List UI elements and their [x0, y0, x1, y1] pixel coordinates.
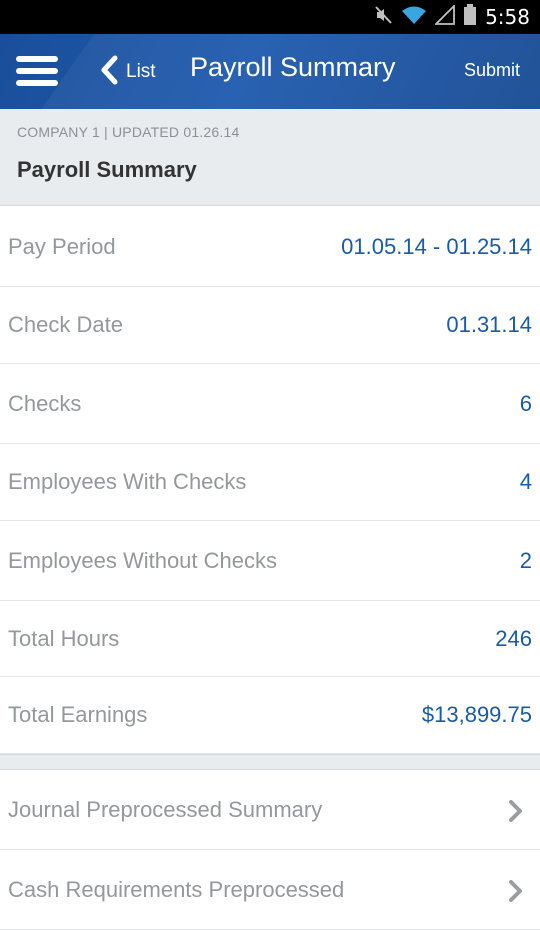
status-icons: 5:58 — [375, 3, 530, 31]
summary-row-total-hours: Total Hours 246 — [0, 601, 540, 677]
summary-row-pay-period: Pay Period 01.05.14 - 01.25.14 — [0, 207, 540, 287]
summary-list: Pay Period 01.05.14 - 01.25.14 Check Dat… — [0, 207, 540, 754]
row-value: 01.05.14 - 01.25.14 — [341, 233, 532, 259]
row-value: 6 — [519, 390, 532, 416]
report-label: Journal Preprocessed Summary — [8, 797, 323, 822]
summary-row-employees-without-checks: Employees Without Checks 2 — [0, 521, 540, 601]
summary-row-employees-with-checks: Employees With Checks 4 — [0, 444, 540, 521]
row-value: $13,899.75 — [421, 702, 532, 727]
row-label: Employees Without Checks — [8, 547, 277, 573]
report-label: Cash Requirements Preprocessed — [8, 877, 345, 902]
report-list: Journal Preprocessed Summary Cash Requir… — [0, 770, 540, 930]
row-label: Check Date — [8, 312, 123, 337]
row-value: 01.31.14 — [446, 312, 532, 337]
report-cash-requirements-preprocessed[interactable]: Cash Requirements Preprocessed — [0, 850, 540, 930]
status-bar: 5:58 — [0, 0, 540, 34]
company-updated-line: COMPANY 1 | UPDATED 01.26.14 — [17, 124, 240, 140]
summary-row-total-earnings: Total Earnings $13,899.75 — [0, 677, 540, 754]
row-label: Employees With Checks — [8, 469, 247, 494]
report-journal-preprocessed-summary[interactable]: Journal Preprocessed Summary — [0, 770, 540, 850]
mute-icon — [375, 5, 393, 30]
chevron-right-icon — [508, 880, 524, 902]
signal-icon — [433, 3, 455, 30]
row-value: 246 — [495, 625, 532, 651]
summary-row-check-date: Check Date 01.31.14 — [0, 287, 540, 364]
submit-button[interactable]: Submit — [464, 60, 520, 81]
back-button[interactable]: List — [100, 55, 156, 90]
page-title: Payroll Summary — [190, 52, 396, 82]
hamburger-menu-icon[interactable] — [16, 54, 58, 88]
row-label: Checks — [8, 390, 82, 416]
row-label: Pay Period — [8, 233, 116, 259]
row-label: Total Earnings — [8, 702, 148, 727]
row-label: Total Hours — [8, 625, 120, 651]
section-divider — [0, 754, 540, 770]
status-time: 5:58 — [485, 5, 530, 29]
chevron-right-icon — [508, 800, 524, 822]
row-value: 2 — [519, 547, 532, 573]
battery-icon — [463, 3, 477, 31]
section-title: Payroll Summary — [17, 157, 197, 182]
back-button-label: List — [126, 61, 156, 82]
app-header: List Payroll Summary Submit — [0, 34, 540, 109]
context-panel: COMPANY 1 | UPDATED 01.26.14 Payroll Sum… — [0, 109, 540, 206]
chevron-left-icon — [100, 55, 118, 90]
row-value: 4 — [519, 469, 532, 494]
summary-row-checks: Checks 6 — [0, 364, 540, 444]
wifi-icon — [401, 5, 427, 30]
